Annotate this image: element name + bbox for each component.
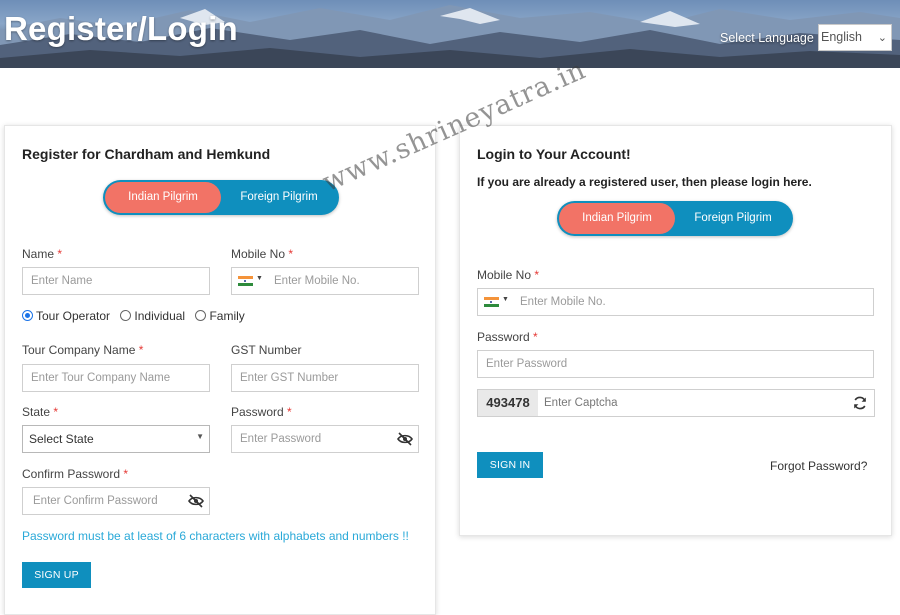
captcha-field: 493478 Enter Captcha — [477, 389, 875, 417]
page-header: Register/Login Select Language English ⌄ — [0, 0, 900, 68]
india-flag-icon[interactable] — [484, 297, 499, 307]
signup-button[interactable]: SIGN UP — [22, 562, 91, 588]
register-title: Register for Chardham and Hemkund — [22, 146, 271, 162]
tab-foreign-pilgrim[interactable]: Foreign Pilgrim — [221, 182, 337, 213]
login-mobile-placeholder: Enter Mobile No. — [520, 296, 606, 308]
signin-button[interactable]: SIGN IN — [477, 452, 543, 478]
radio-individual[interactable]: Individual — [120, 309, 185, 323]
login-password-label: Password * — [477, 330, 538, 344]
confirm-password-placeholder: Enter Confirm Password — [33, 495, 158, 507]
language-value: English — [821, 30, 862, 44]
mobile-label: Mobile No * — [231, 247, 294, 261]
user-type-radio-group: Tour Operator Individual Family — [22, 309, 252, 323]
name-field[interactable]: Enter Name — [22, 267, 210, 295]
login-pilgrim-toggle: Indian Pilgrim Foreign Pilgrim — [557, 201, 793, 236]
radio-icon — [195, 310, 207, 321]
password-label: Password * — [231, 405, 292, 419]
name-label: Name * — [22, 247, 63, 261]
state-select[interactable]: Select State ▼ — [22, 425, 210, 453]
caret-down-icon: ▼ — [256, 275, 263, 282]
state-label: State * — [22, 405, 59, 419]
tab-indian-pilgrim[interactable]: Indian Pilgrim — [559, 203, 675, 234]
eye-slash-icon[interactable] — [397, 432, 413, 446]
gst-label: GST Number — [231, 343, 302, 357]
company-label: Tour Company Name * — [22, 343, 144, 357]
chevron-down-icon: ⌄ — [877, 32, 887, 44]
register-card: Register for Chardham and Hemkund Indian… — [4, 125, 436, 615]
password-placeholder: Enter Password — [240, 433, 322, 445]
captcha-code: 493478 — [478, 390, 538, 416]
forgot-password-link[interactable]: Forgot Password? — [770, 459, 867, 473]
login-card: Login to Your Account! If you are alread… — [459, 125, 892, 536]
state-value: Select State — [29, 432, 94, 446]
language-select[interactable]: English ⌄ — [818, 24, 892, 51]
login-mobile-field[interactable]: ▼ Enter Mobile No. — [477, 288, 874, 316]
india-flag-icon[interactable] — [238, 276, 253, 286]
tab-indian-pilgrim[interactable]: Indian Pilgrim — [105, 182, 221, 213]
radio-icon — [120, 310, 132, 321]
tab-foreign-pilgrim[interactable]: Foreign Pilgrim — [675, 203, 791, 234]
password-hint: Password must be at least of 6 character… — [22, 529, 409, 543]
register-pilgrim-toggle: Indian Pilgrim Foreign Pilgrim — [103, 180, 339, 215]
login-password-field[interactable]: Enter Password — [477, 350, 874, 378]
captcha-input[interactable]: Enter Captcha — [544, 390, 618, 416]
company-field[interactable]: Enter Tour Company Name — [22, 364, 210, 392]
radio-tour-operator[interactable]: Tour Operator — [22, 309, 110, 323]
radio-family[interactable]: Family — [195, 309, 245, 323]
confirm-password-field[interactable]: Enter Confirm Password — [22, 487, 210, 515]
refresh-icon[interactable] — [852, 395, 868, 411]
caret-down-icon: ▼ — [196, 432, 204, 441]
login-mobile-label: Mobile No * — [477, 268, 540, 282]
login-subtitle: If you are already a registered user, th… — [477, 175, 812, 189]
language-label: Select Language — [720, 31, 814, 45]
mobile-field[interactable]: ▼ Enter Mobile No. — [231, 267, 419, 295]
eye-slash-icon[interactable] — [188, 494, 204, 508]
gst-field[interactable]: Enter GST Number — [231, 364, 419, 392]
mobile-placeholder: Enter Mobile No. — [274, 275, 360, 287]
login-title: Login to Your Account! — [477, 146, 631, 162]
radio-selected-icon — [22, 310, 33, 321]
caret-down-icon: ▼ — [502, 296, 509, 303]
page-title: Register/Login — [4, 10, 238, 47]
password-field[interactable]: Enter Password — [231, 425, 419, 453]
confirm-password-label: Confirm Password * — [22, 467, 129, 481]
